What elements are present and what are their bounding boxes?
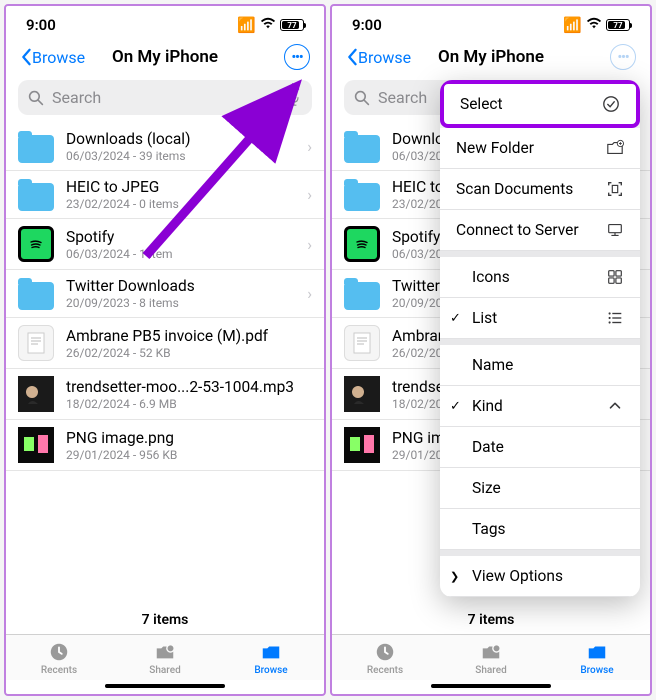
file-meta: 06/03/2024 - 1 item [66,247,295,261]
menu-sort-size[interactable]: Size [440,468,640,509]
file-meta: 18/02/2024 - 6.9 MB [66,397,312,411]
menu-view-list[interactable]: ✓List [440,298,640,339]
file-name: Downloads (local) [66,130,295,148]
file-meta: 20/09/2023 - 8 items [66,296,295,310]
file-list: Downloads (local)06/03/2024 - 39 items›H… [6,123,324,602]
tab-browse[interactable]: Browse [544,641,650,676]
context-menu: Select New Folder Scan Documents Connect… [440,80,640,597]
file-row[interactable]: HEIC to JPEG23/02/2024 - 0 items › [6,171,324,219]
menu-view-options[interactable]: ❯View Options [440,556,640,597]
menu-connect-server[interactable]: Connect to Server [440,210,640,251]
home-indicator[interactable] [431,684,551,688]
file-info: PNG image.png29/01/2024 - 956 KB [66,429,312,462]
tab-shared[interactable]: Shared [112,641,218,676]
menu-new-folder[interactable]: New Folder [440,128,640,169]
wifi-icon [586,16,602,34]
search-field[interactable]: Search [18,80,312,115]
file-info: Ambrane PB5 invoice (M).pdf26/02/2024 - … [66,327,312,360]
file-meta: 23/02/2024 - 0 items [66,197,295,211]
file-name: Spotify [66,228,295,246]
file-info: trendsetter-moo...2-53-1004.mp318/02/202… [66,378,312,411]
chevron-right-icon: › [307,185,312,204]
menu-sort-name[interactable]: Name [440,345,640,386]
back-label: Browse [32,48,85,67]
ellipsis-icon: ••• [291,50,302,65]
server-icon [606,221,624,239]
search-icon [354,90,370,106]
navigation-bar: Browse On My iPhone ••• [332,38,650,76]
phone-screenshot-left: 9:00 📶 77 Browse On My iPhone ••• Search… [4,4,326,696]
menu-sort-tags[interactable]: Tags [440,509,640,550]
file-meta: 06/03/2024 - 39 items [66,149,295,163]
file-row[interactable]: Twitter Downloads20/09/2023 - 8 items › [6,270,324,318]
microphone-icon[interactable] [286,90,302,106]
file-name: Twitter Downloads [66,277,295,295]
file-meta: 26/02/2024 - 52 KB [66,346,312,360]
page-title: On My iPhone [438,47,544,67]
chevron-up-icon [606,397,624,415]
menu-sort-date[interactable]: Date [440,427,640,468]
list-icon [606,309,624,327]
grid-icon [606,268,624,286]
status-bar: 9:00 📶 77 [6,6,324,38]
cellular-icon: 📶 [237,16,256,34]
status-time: 9:00 [352,16,382,34]
tab-recents[interactable]: Recents [6,641,112,676]
chevron-right-icon: › [307,235,312,254]
file-row[interactable]: Downloads (local)06/03/2024 - 39 items › [6,123,324,171]
item-count: 7 items [6,602,324,634]
file-row[interactable]: trendsetter-moo...2-53-1004.mp318/02/202… [6,369,324,420]
chevron-right-icon: › [307,284,312,303]
status-bar: 9:00 📶 77 [332,6,650,38]
menu-scan-documents[interactable]: Scan Documents [440,169,640,210]
navigation-bar: Browse On My iPhone ••• [6,38,324,76]
more-button[interactable]: ••• [284,44,310,70]
back-button[interactable]: Browse [20,48,85,67]
file-info: Twitter Downloads20/09/2023 - 8 items [66,277,295,310]
file-name: trendsetter-moo...2-53-1004.mp3 [66,378,312,396]
back-button[interactable]: Browse [346,48,411,67]
status-indicators: 📶 77 [237,16,304,34]
tab-bar: Recents Shared Browse [332,634,650,680]
file-row[interactable]: PNG image.png29/01/2024 - 956 KB [6,420,324,471]
wifi-icon [260,16,276,34]
battery-icon: 77 [280,19,304,31]
file-info: Spotify06/03/2024 - 1 item [66,228,295,261]
status-time: 9:00 [26,16,56,34]
tab-browse[interactable]: Browse [218,641,324,676]
ellipsis-icon: ••• [617,50,628,65]
page-title: On My iPhone [112,47,218,67]
file-row[interactable]: Spotify06/03/2024 - 1 item › [6,219,324,270]
more-button[interactable]: ••• [610,44,636,70]
cellular-icon: 📶 [563,16,582,34]
file-name: Ambrane PB5 invoice (M).pdf [66,327,312,345]
scan-icon [606,180,624,198]
status-indicators: 📶 77 [563,16,630,34]
search-icon [28,90,44,106]
select-icon [602,95,620,113]
tab-recents[interactable]: Recents [332,641,438,676]
tab-shared[interactable]: Shared [438,641,544,676]
file-name: HEIC to JPEG [66,178,295,196]
tab-bar: Recents Shared Browse [6,634,324,680]
file-info: HEIC to JPEG23/02/2024 - 0 items [66,178,295,211]
menu-select[interactable]: Select [440,80,640,128]
battery-icon: 77 [606,19,630,31]
phone-screenshot-right: 9:00 📶 77 Browse On My iPhone ••• Search… [330,4,652,696]
home-indicator[interactable] [105,684,225,688]
menu-sort-kind[interactable]: ✓Kind [440,386,640,427]
menu-view-icons[interactable]: Icons [440,257,640,298]
item-count: 7 items [332,602,650,634]
search-placeholder: Search [52,88,101,107]
file-name: PNG image.png [66,429,312,447]
folder-plus-icon [606,139,624,157]
back-label: Browse [358,48,411,67]
file-meta: 29/01/2024 - 956 KB [66,448,312,462]
file-info: Downloads (local)06/03/2024 - 39 items [66,130,295,163]
file-row[interactable]: Ambrane PB5 invoice (M).pdf26/02/2024 - … [6,318,324,369]
search-placeholder: Search [378,88,427,107]
chevron-right-icon: › [307,137,312,156]
